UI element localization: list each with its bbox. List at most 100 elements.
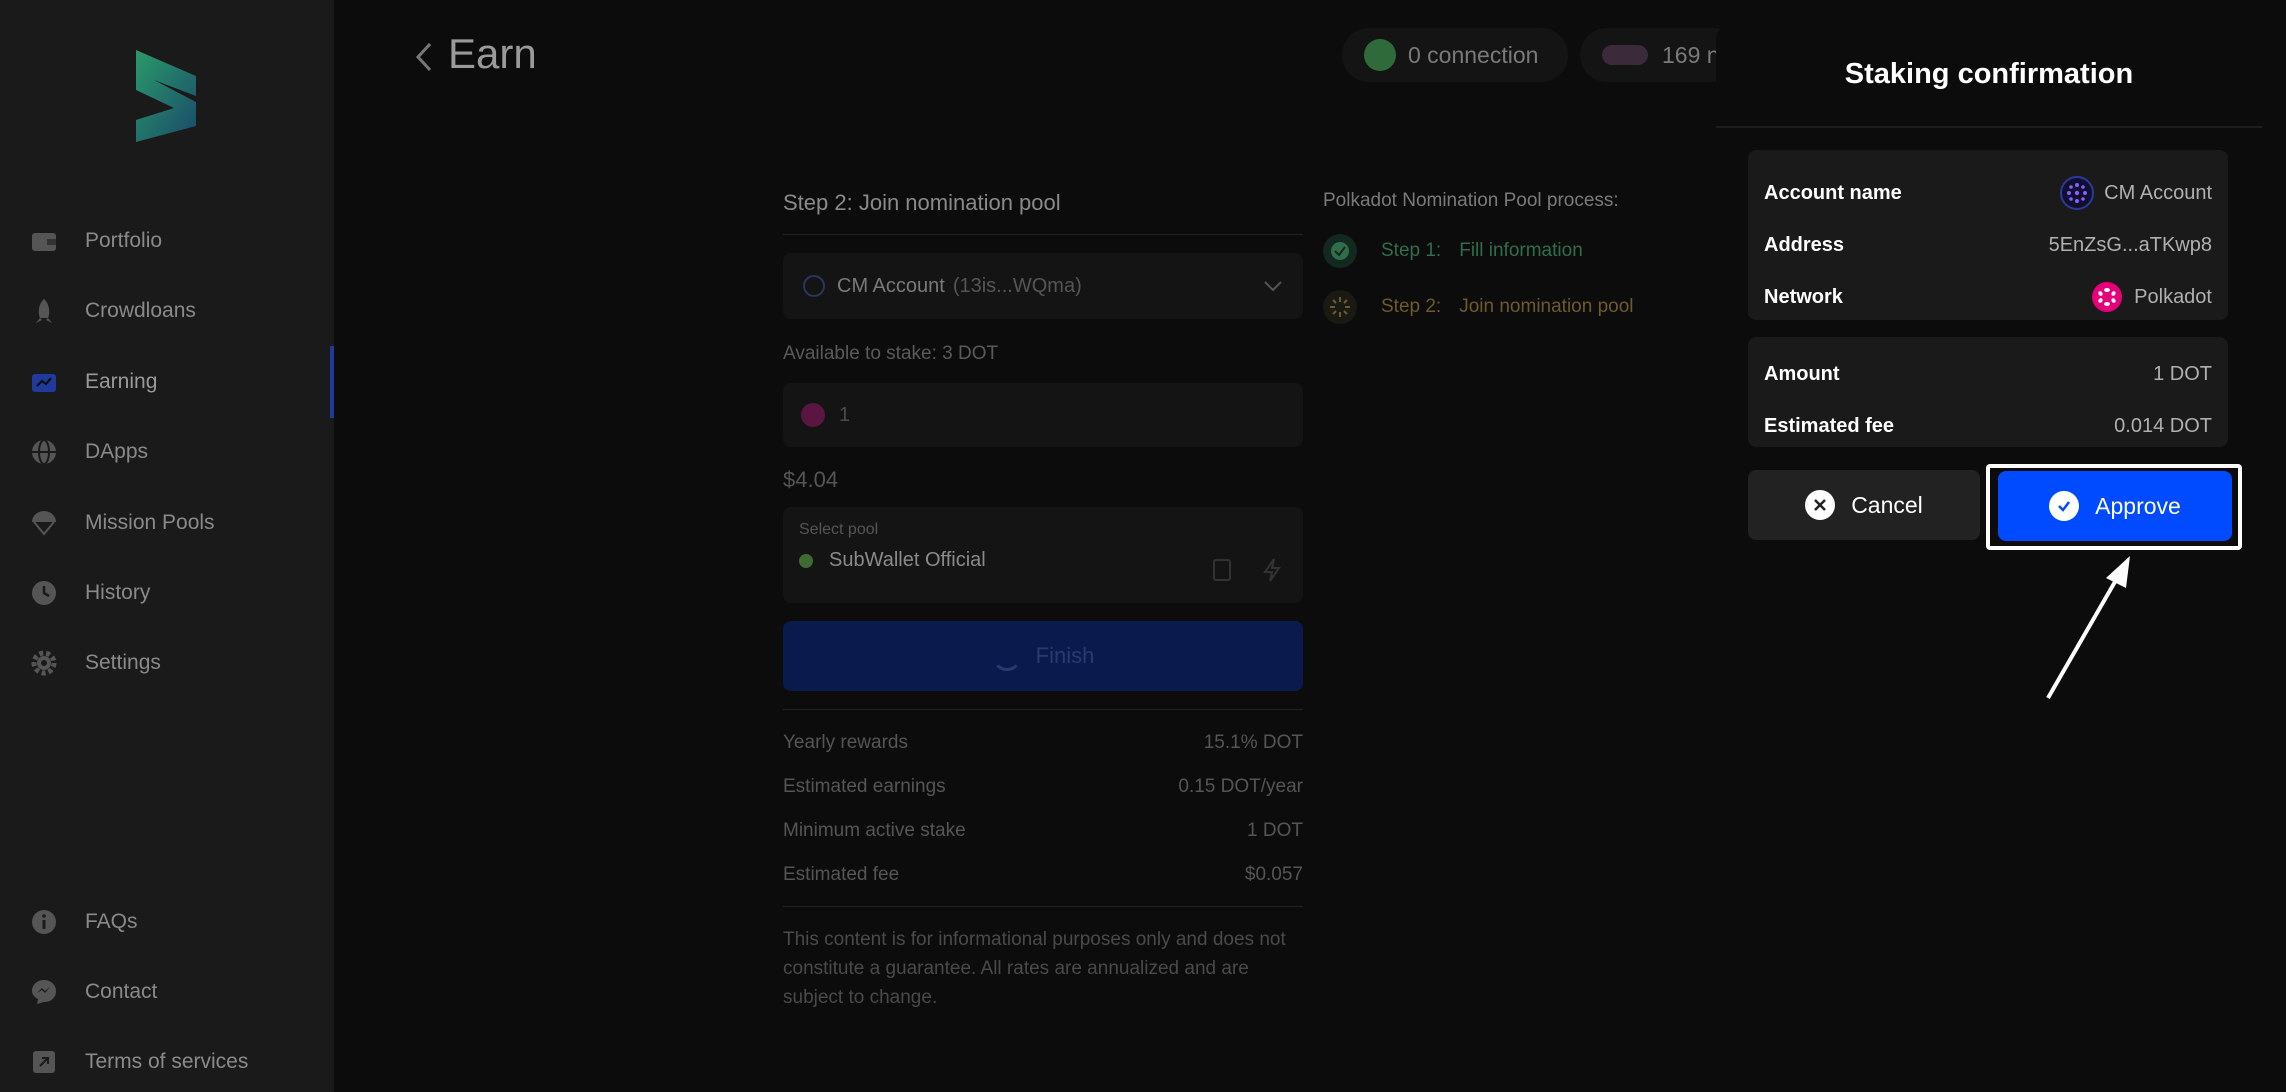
amount-input[interactable]: 1 bbox=[783, 383, 1303, 447]
sidebar-item-contact[interactable]: Contact bbox=[30, 967, 334, 1017]
parachute-icon bbox=[30, 509, 58, 537]
sidebar-item-crowdloans[interactable]: Crowdloans bbox=[30, 286, 334, 336]
sidebar-item-label: Portfolio bbox=[85, 229, 163, 252]
gear-icon bbox=[30, 649, 58, 677]
divider bbox=[783, 906, 1303, 907]
sidebar-item-earning[interactable]: Earning bbox=[30, 357, 334, 407]
pool-selector[interactable]: Select pool SubWallet Official bbox=[783, 507, 1303, 603]
info-label: Estimated fee bbox=[783, 864, 900, 885]
close-icon bbox=[1805, 490, 1836, 520]
copy-icon[interactable] bbox=[1213, 559, 1231, 581]
external-link-icon bbox=[30, 1048, 58, 1076]
check-icon bbox=[2049, 491, 2080, 521]
page-title: Earn bbox=[448, 30, 537, 77]
sidebar-item-label: Mission Pools bbox=[85, 511, 215, 534]
info-value: 0.15 DOT/year bbox=[1178, 776, 1303, 797]
loading-icon bbox=[1323, 290, 1357, 324]
amount-value: 1 bbox=[839, 403, 851, 426]
loading-spinner-icon bbox=[991, 641, 1022, 671]
finish-button[interactable]: Finish bbox=[783, 621, 1303, 691]
info-value: 15.1% DOT bbox=[1203, 732, 1303, 753]
step-label: Join nomination pool bbox=[1459, 296, 1634, 317]
account-address: (13is...WQma) bbox=[952, 274, 1082, 297]
check-circle-icon bbox=[1323, 234, 1357, 268]
divider bbox=[1716, 126, 2262, 128]
sidebar-item-label: Contact bbox=[85, 980, 158, 1003]
sidebar-item-label: History bbox=[85, 581, 151, 604]
globe-icon bbox=[30, 438, 58, 466]
info-value: $0.057 bbox=[1244, 864, 1303, 885]
finish-label: Finish bbox=[1035, 643, 1095, 668]
sidebar-item-label: Terms of services bbox=[85, 1050, 249, 1073]
pointer-arrow-icon bbox=[2046, 556, 2130, 699]
sidebar-item-dapps[interactable]: DApps bbox=[30, 427, 334, 477]
pool-status-dot bbox=[799, 553, 813, 568]
amount-row: Amount 1 DOT bbox=[1764, 357, 2212, 391]
process-step-1: Step 1: Fill information bbox=[1323, 234, 1723, 268]
account-name-label: Account name bbox=[1764, 181, 1902, 204]
step-number: Step 2: bbox=[1381, 296, 1442, 317]
modal-title: Staking confirmation bbox=[1844, 58, 2134, 90]
network-row: Network Polkadot bbox=[1764, 280, 2212, 314]
account-name-value: CM Account bbox=[2104, 181, 2212, 204]
fee-value: 0.014 DOT bbox=[2114, 414, 2212, 437]
sidebar: Portfolio Crowdloans Earning DApps Missi… bbox=[0, 0, 334, 1092]
info-row: Minimum active stake 1 DOT bbox=[783, 820, 1303, 842]
cancel-label: Cancel bbox=[1851, 491, 1923, 518]
address-value: 5EnZsG...aTKwp8 bbox=[2048, 233, 2212, 256]
cancel-button[interactable]: Cancel bbox=[1748, 470, 1980, 540]
divider bbox=[783, 709, 1303, 710]
network-value: Polkadot bbox=[2134, 285, 2212, 308]
amount-label: Amount bbox=[1764, 362, 1840, 385]
sidebar-item-label: Earning bbox=[85, 370, 158, 393]
connection-chip[interactable]: 0 connection bbox=[1342, 28, 1568, 82]
pool-name: SubWallet Official bbox=[829, 549, 986, 571]
polkadot-token-icon bbox=[801, 403, 825, 427]
info-value: 1 DOT bbox=[1247, 820, 1303, 841]
process-panel: Polkadot Nomination Pool process: Step 1… bbox=[1323, 190, 1723, 324]
process-step-2: Step 2: Join nomination pool bbox=[1323, 290, 1723, 324]
sidebar-item-settings[interactable]: Settings bbox=[30, 638, 334, 688]
available-balance: Available to stake: 3 DOT bbox=[783, 343, 999, 364]
fee-label: Estimated fee bbox=[1764, 414, 1895, 437]
amount-details-card: Amount 1 DOT Estimated fee 0.014 DOT bbox=[1748, 337, 2228, 447]
sidebar-item-mission-pools[interactable]: Mission Pools bbox=[30, 498, 334, 548]
sidebar-item-terms[interactable]: Terms of services bbox=[30, 1037, 334, 1087]
sidebar-item-portfolio[interactable]: Portfolio bbox=[30, 216, 334, 266]
account-name: CM Account bbox=[837, 274, 945, 297]
back-arrow-icon[interactable] bbox=[412, 40, 438, 74]
sidebar-item-label: Settings bbox=[85, 651, 161, 674]
info-row: Estimated earnings 0.15 DOT/year bbox=[783, 776, 1303, 798]
info-row: Estimated fee $0.057 bbox=[783, 864, 1303, 886]
step-number: Step 1: bbox=[1381, 240, 1442, 261]
disclaimer: This content is for informational purpos… bbox=[783, 929, 1286, 1008]
step-label: Fill information bbox=[1459, 240, 1583, 261]
connection-label: 0 connection bbox=[1408, 41, 1539, 68]
account-details-card: Account name CM Account Address 5EnZsG..… bbox=[1748, 150, 2228, 320]
info-label: Minimum active stake bbox=[783, 820, 966, 841]
approve-button[interactable]: Approve bbox=[1998, 471, 2232, 541]
address-label: Address bbox=[1764, 233, 1845, 256]
approve-label: Approve bbox=[2095, 492, 2181, 519]
amount-value: 1 DOT bbox=[2153, 362, 2212, 385]
network-label: Network bbox=[1764, 285, 1843, 308]
sidebar-item-history[interactable]: History bbox=[30, 568, 334, 618]
network-count: 169 n bbox=[1662, 41, 1720, 68]
info-row: Yearly rewards 15.1% DOT bbox=[783, 732, 1303, 754]
sidebar-item-faqs[interactable]: FAQs bbox=[30, 897, 334, 947]
process-title: Polkadot Nomination Pool process: bbox=[1323, 190, 1619, 211]
lightning-icon[interactable] bbox=[1261, 557, 1283, 583]
pool-label: Select pool bbox=[799, 521, 879, 538]
info-icon bbox=[30, 908, 58, 936]
account-avatar-icon bbox=[2060, 176, 2095, 210]
account-avatar-icon bbox=[803, 275, 825, 297]
staking-confirmation-modal: Staking confirmation Account name CM Acc… bbox=[1716, 28, 2262, 1066]
wallet-icon bbox=[30, 227, 58, 255]
subwallet-logo[interactable] bbox=[130, 46, 202, 144]
messenger-icon bbox=[30, 978, 58, 1006]
rocket-icon bbox=[30, 297, 58, 325]
account-selector[interactable]: CM Account (13is...WQma) bbox=[783, 253, 1303, 319]
sidebar-item-label: DApps bbox=[85, 440, 149, 463]
step-title: Step 2: Join nomination pool bbox=[783, 190, 1303, 235]
sidebar-item-label: FAQs bbox=[85, 910, 138, 933]
